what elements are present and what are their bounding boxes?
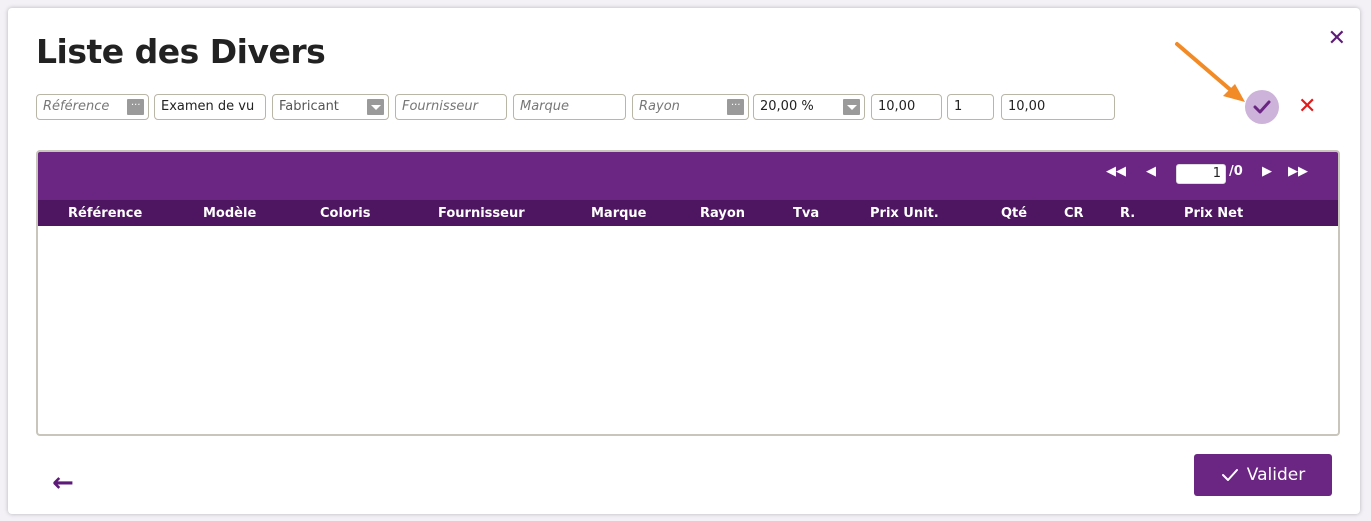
last-page-icon[interactable]: ▶▶ [1288, 164, 1308, 179]
prix-unit-value: 10,00 [878, 99, 916, 114]
qte-field[interactable]: 1 [947, 94, 994, 120]
tva-value: 20,00 % [760, 99, 814, 114]
dialog-title: Liste des Divers [36, 32, 326, 71]
close-icon[interactable]: ✕ [1328, 26, 1346, 51]
prix-net-value: 10,00 [1008, 99, 1046, 114]
qte-value: 1 [954, 99, 963, 114]
prix-net-field[interactable]: 10,00 [1001, 94, 1115, 120]
rayon-placeholder: Rayon [639, 99, 680, 114]
prix-unit-field[interactable]: 10,00 [871, 94, 942, 120]
fournisseur-field[interactable]: Fournisseur [395, 94, 507, 120]
column-header[interactable]: Prix Unit. [870, 206, 939, 221]
liste-divers-dialog: Liste des Divers ✕ Référence ··· Examen … [8, 8, 1360, 514]
dropdown-arrow-icon[interactable] [843, 99, 860, 115]
column-header[interactable]: Modèle [203, 206, 256, 221]
column-header[interactable]: Tva [793, 206, 819, 221]
cancel-icon[interactable]: ✕ [1298, 96, 1316, 118]
arrow-left-icon[interactable]: ← [52, 468, 74, 498]
reference-placeholder: Référence [43, 99, 110, 114]
column-header[interactable]: CR [1064, 206, 1084, 221]
table-toolbar [38, 152, 1338, 200]
page-number-input[interactable]: 1 [1176, 164, 1226, 184]
prev-page-icon[interactable]: ◀ [1146, 164, 1156, 179]
annotation-arrow-icon [1175, 42, 1245, 102]
dropdown-arrow-icon[interactable] [367, 99, 384, 115]
fournisseur-placeholder: Fournisseur [402, 99, 478, 114]
confirm-button[interactable] [1245, 90, 1279, 124]
ellipsis-button[interactable]: ··· [127, 99, 144, 115]
column-header[interactable]: Référence [68, 206, 142, 221]
marque-placeholder: Marque [520, 99, 570, 114]
rayon-field[interactable]: Rayon ··· [632, 94, 749, 120]
validate-button[interactable]: Valider [1194, 454, 1332, 496]
marque-field[interactable]: Marque [513, 94, 626, 120]
tva-select[interactable]: 20,00 % [753, 94, 865, 120]
divers-table: ◀◀ ◀ 1 /0 ▶ ▶▶ Référence Modèle Coloris … [36, 150, 1340, 436]
column-header[interactable]: Marque [591, 206, 647, 221]
column-header[interactable]: Rayon [700, 206, 745, 221]
modele-value: Examen de vu [161, 99, 255, 114]
fabricant-select[interactable]: Fabricant [272, 94, 389, 120]
check-icon [1253, 100, 1271, 114]
reference-field[interactable]: Référence ··· [36, 94, 149, 120]
page-total: /0 [1229, 164, 1243, 179]
first-page-icon[interactable]: ◀◀ [1106, 164, 1126, 179]
column-header[interactable]: Fournisseur [438, 206, 525, 221]
column-header[interactable]: Coloris [320, 206, 370, 221]
validate-label: Valider [1246, 465, 1306, 485]
ellipsis-button[interactable]: ··· [727, 99, 744, 115]
modele-field[interactable]: Examen de vu [154, 94, 266, 120]
next-page-icon[interactable]: ▶ [1262, 164, 1272, 179]
fabricant-placeholder: Fabricant [279, 99, 339, 114]
check-icon [1221, 469, 1238, 481]
column-header[interactable]: Qté [1001, 206, 1027, 221]
column-header[interactable]: Prix Net [1184, 206, 1243, 221]
column-header[interactable]: R. [1120, 206, 1135, 221]
